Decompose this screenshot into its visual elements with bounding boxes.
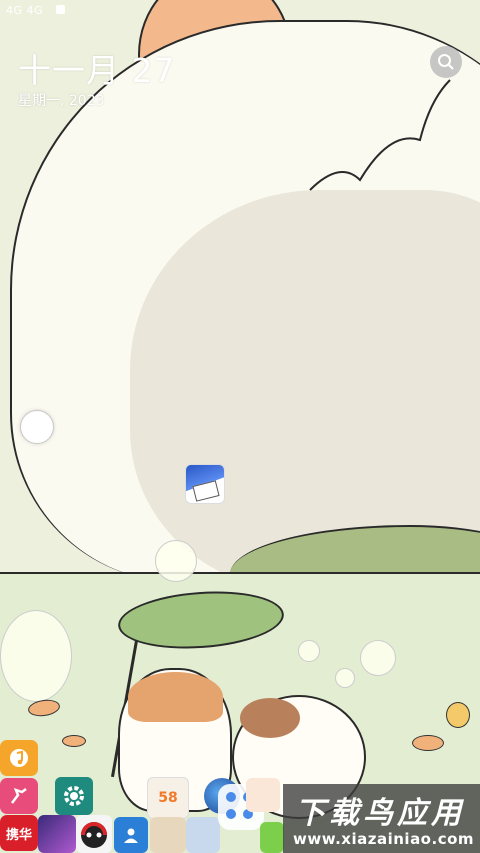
clock-widget-date[interactable]: 十一月 27 bbox=[18, 44, 175, 92]
search-icon bbox=[438, 54, 454, 70]
gallery-app-icon[interactable] bbox=[186, 817, 220, 853]
wechat-app-icon[interactable] bbox=[260, 822, 284, 853]
watermark-overlay: 下载鸟应用 www.xiazainiao.com bbox=[283, 784, 480, 853]
search-button[interactable] bbox=[430, 46, 462, 78]
clock-widget-weekday[interactable]: 星期一, 2023 bbox=[18, 90, 105, 110]
wallpaper-hamster-spot bbox=[128, 672, 223, 722]
gear-icon bbox=[64, 786, 84, 806]
folder-app-dot bbox=[226, 792, 236, 802]
wallpaper-bubble bbox=[155, 540, 197, 582]
wallpaper-bubble bbox=[0, 610, 72, 702]
contacts-app-icon[interactable] bbox=[114, 817, 148, 853]
folder-app-dot bbox=[226, 808, 236, 819]
runner-icon bbox=[11, 787, 27, 804]
wallpaper-bubble bbox=[360, 640, 396, 676]
headphone-app-icon[interactable] bbox=[76, 815, 112, 853]
wallpaper-line-strokes bbox=[309, 79, 451, 191]
wallpaper-hamster-spot bbox=[240, 698, 300, 738]
contacts-icon bbox=[124, 828, 138, 843]
notification-icon bbox=[56, 5, 65, 14]
bunny-app-icon[interactable] bbox=[246, 778, 280, 812]
floating-assistive-ball[interactable] bbox=[20, 410, 54, 444]
status-bar: 4G 4G bbox=[0, 0, 480, 24]
wallpaper-bubble bbox=[335, 668, 355, 688]
photo-app-icon[interactable] bbox=[150, 817, 186, 853]
app-icon-card[interactable] bbox=[185, 464, 225, 504]
music-app-icon[interactable] bbox=[0, 740, 38, 776]
headphones-icon bbox=[81, 822, 107, 848]
xinhua-app-label: 携华 bbox=[5, 827, 32, 843]
card-icon bbox=[192, 480, 220, 502]
wallpaper-fish bbox=[446, 702, 470, 728]
wallpaper-fish bbox=[62, 735, 86, 747]
wallpaper-fish bbox=[412, 735, 444, 751]
settings-app-icon[interactable] bbox=[55, 777, 93, 815]
58-app-icon[interactable]: 58 bbox=[147, 777, 189, 819]
purple-app-icon[interactable] bbox=[38, 815, 76, 853]
watermark-url: www.xiazainiao.com bbox=[293, 830, 475, 848]
wallpaper bbox=[0, 0, 480, 853]
watermark-title: 下载鸟应用 bbox=[295, 796, 465, 831]
sports-app-icon[interactable] bbox=[0, 778, 38, 814]
wallpaper-bubble bbox=[298, 640, 320, 662]
status-bar-network: 4G 4G bbox=[6, 4, 44, 17]
music-note-icon bbox=[10, 749, 28, 767]
58-app-label: 58 bbox=[158, 790, 178, 806]
xinhua-app-icon[interactable]: 携华 bbox=[0, 815, 38, 851]
